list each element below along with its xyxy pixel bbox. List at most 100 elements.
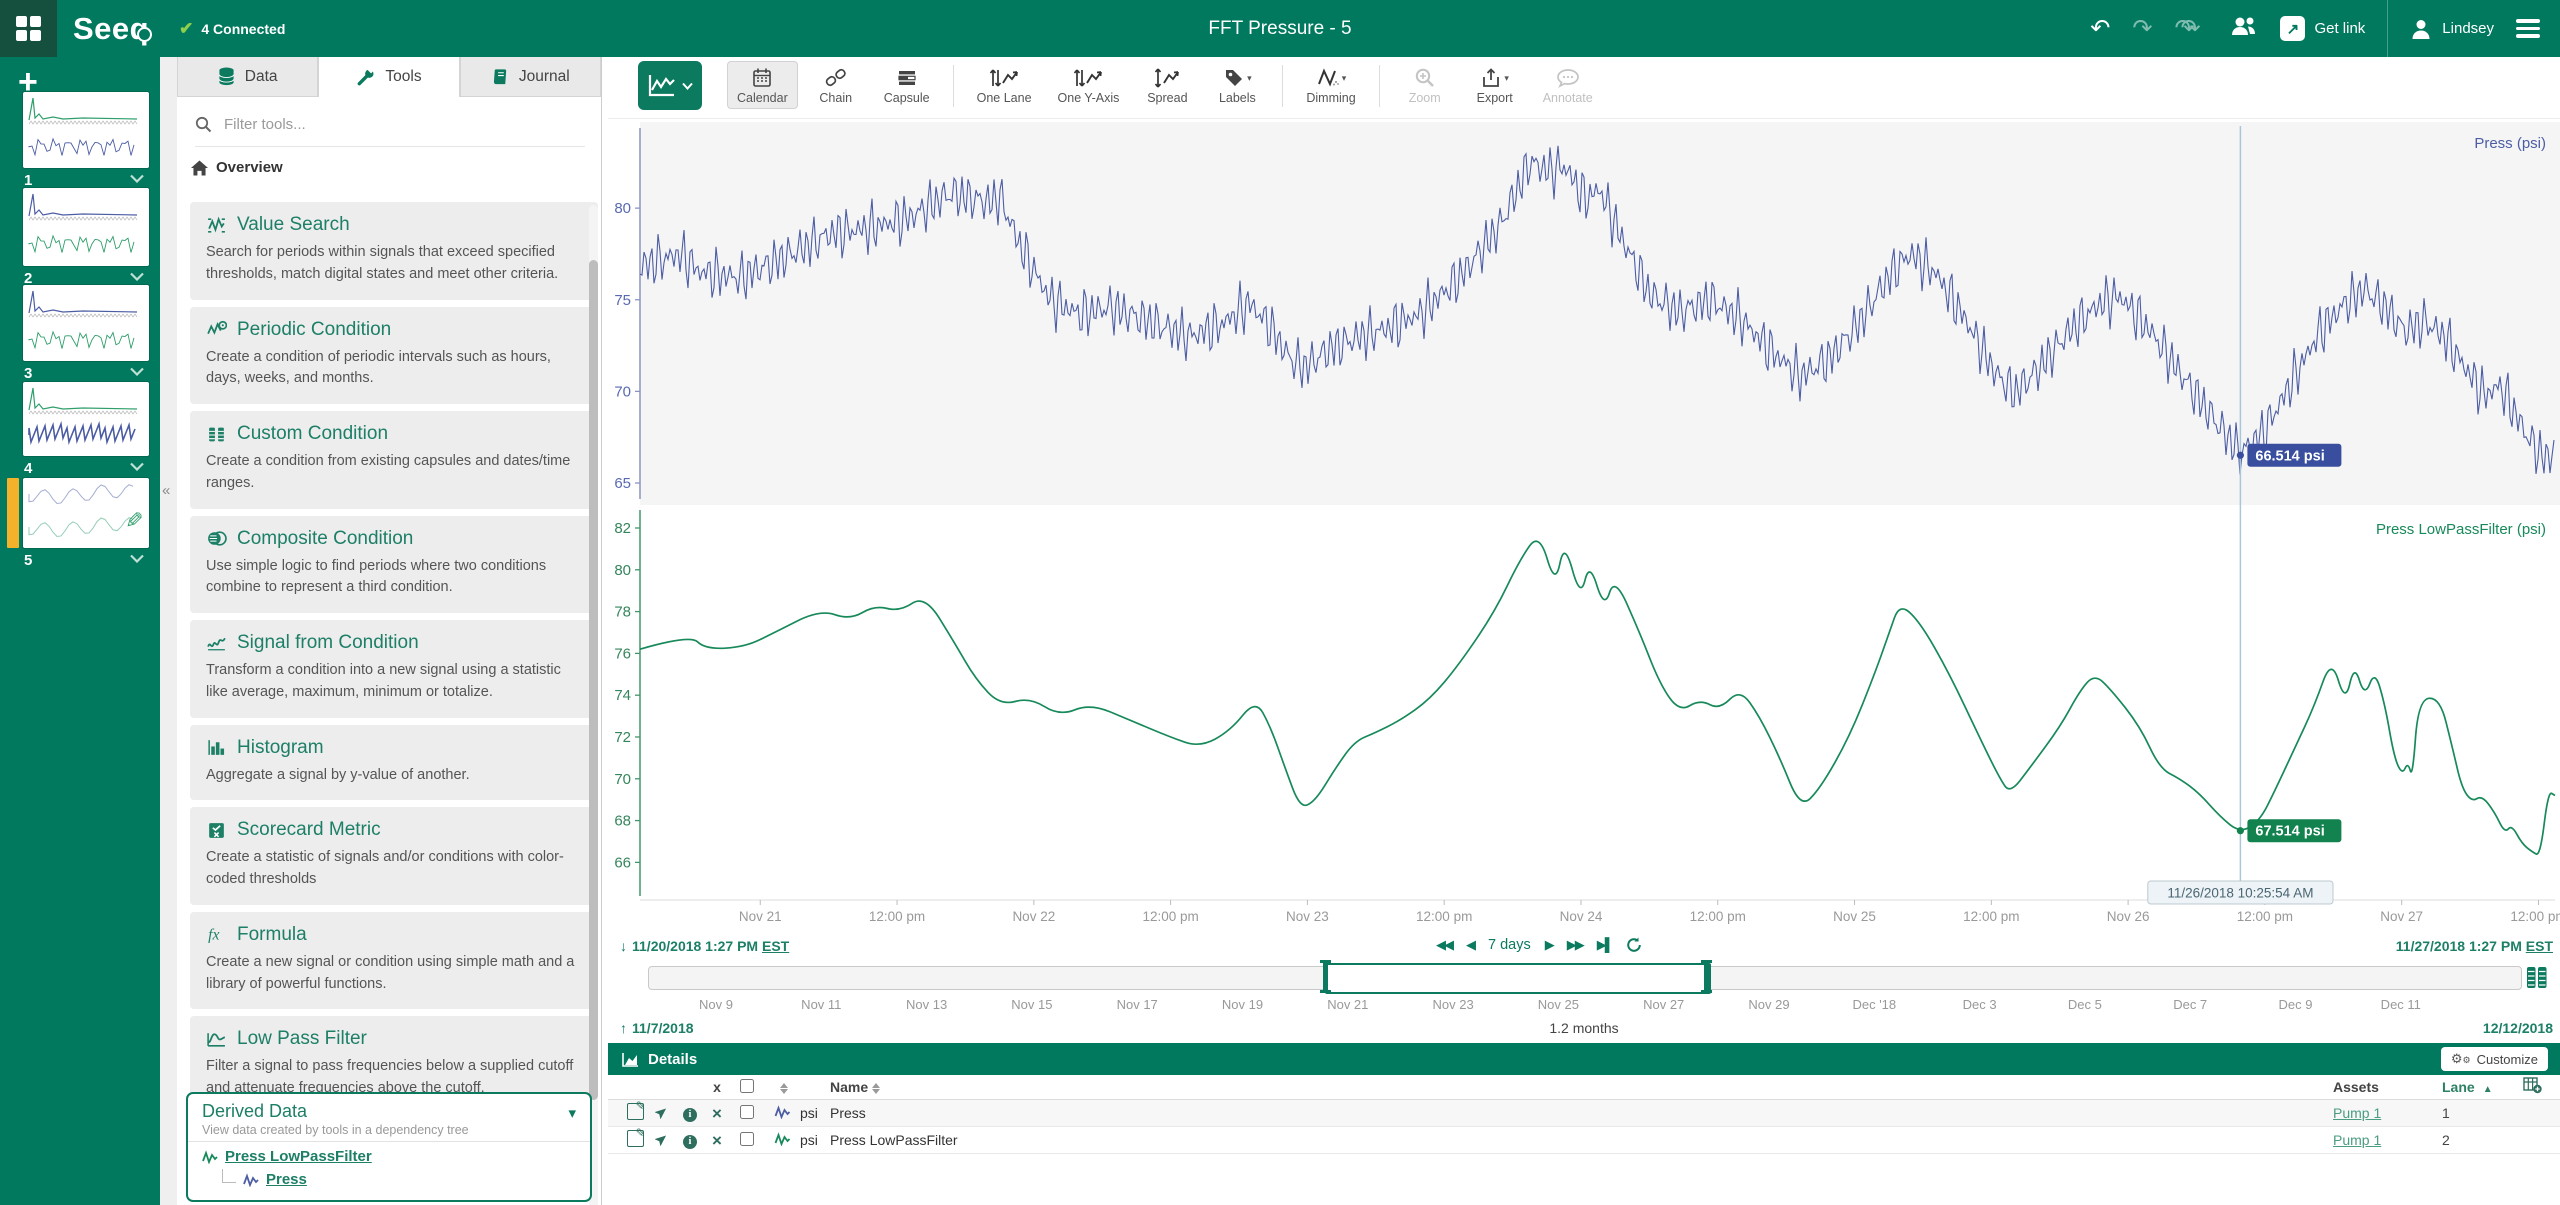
step-forward-button[interactable]: ▶ [1545,937,1553,953]
select-all-checkbox[interactable] [740,1079,754,1093]
step-back-full-button[interactable]: ◀◀ [1436,937,1452,953]
sort-icon[interactable] [780,1083,788,1094]
tool-card-scorecard-metric[interactable]: Scorecard MetricCreate a statistic of si… [190,807,598,905]
derived-data-subtitle: View data created by tools in a dependen… [202,1123,578,1137]
lane-column-header[interactable]: Lane▲ [2418,1079,2504,1095]
timeline-handle-right[interactable] [1704,960,1709,993]
investigate-start[interactable]: ↑11/7/2018 [620,1020,694,1036]
info-icon[interactable]: i [676,1104,704,1122]
asset-link[interactable]: Pump 1 [2333,1105,2381,1121]
assets-column-header[interactable]: Assets [2288,1079,2418,1095]
name-cell[interactable]: Press [830,1105,2288,1121]
one-y-axis-button[interactable]: One Y-Axis [1048,61,1130,109]
tool-card-value-search[interactable]: Value SearchSearch for periods within si… [190,202,598,300]
edit-icon[interactable]: ✎ [622,1103,648,1123]
signal-icon [243,1173,259,1187]
remove-icon[interactable]: × [704,1105,730,1122]
chevron-down-icon[interactable]: ▾ [568,1104,576,1122]
overview-link[interactable]: Overview [191,159,585,176]
users-icon[interactable] [2230,15,2258,42]
tool-card-custom-condition[interactable]: Custom ConditionCreate a condition from … [190,411,598,509]
customize-button[interactable]: ⚙⚙ Customize [2441,1047,2548,1071]
tab-data[interactable]: Data [177,57,318,97]
refresh-icon[interactable] [1626,937,1642,953]
labels-button[interactable]: ▾ Labels [1205,61,1269,109]
worksheet-number: 1 [24,172,32,189]
capsule-button[interactable]: Capsule [874,61,940,109]
step-forward-full-button[interactable]: ▶▶ [1567,937,1583,953]
range-end[interactable]: 11/27/2018 1:27 PM EST [2396,938,2553,954]
journal-icon [491,67,509,86]
tool-description: Create a statistic of signals and/or con… [206,847,582,891]
edit-icon[interactable]: ✎ [622,1130,648,1150]
tools-scrollbar[interactable] [589,205,598,1205]
info-icon[interactable]: i [676,1131,704,1149]
worksheet-number: 5 [24,552,32,569]
svg-text:Nov 21: Nov 21 [739,909,782,924]
worksheet-thumbnail[interactable] [23,285,149,361]
worksheet-menu-chevron-icon[interactable] [130,550,144,568]
redo-icon[interactable]: ↷ [2132,17,2152,41]
trend-chart[interactable]: 80757065828078767472706866Nov 2112:00 pm… [608,118,2560,935]
filter-tools-input[interactable] [222,115,556,134]
worksheet-menu-chevron-icon[interactable] [130,268,144,286]
export-button[interactable]: ▾ Export [1463,61,1527,109]
hamburger-menu-icon[interactable] [2516,19,2540,38]
range-start[interactable]: ↓11/20/2018 1:27 PM EST [620,938,789,954]
asset-link[interactable]: Pump 1 [2333,1132,2381,1148]
undo-icon[interactable]: ↶ [2090,17,2110,41]
step-back-button[interactable]: ◀ [1466,937,1474,953]
capsule-time-icon[interactable] [2525,965,2549,995]
tool-card-signal-from-condition[interactable]: Signal from ConditionTransform a conditi… [190,620,598,718]
send-icon[interactable] [648,1131,676,1149]
worksheet-thumbnail[interactable]: ✎ [23,478,149,548]
timeline-selection[interactable] [1325,963,1711,994]
get-link-button[interactable]: ↗ Get link [2280,16,2365,41]
worksheet-thumbnail[interactable] [23,92,149,168]
send-icon[interactable] [648,1104,676,1122]
derived-item-link[interactable]: Press [266,1171,307,1188]
user-menu[interactable]: Lindsey [2410,18,2494,40]
investigate-duration[interactable]: 1.2 months [1549,1020,1618,1036]
down-arrow-icon: ↓ [620,938,627,954]
redo-all-icon[interactable]: ↷↷ [2174,17,2208,41]
worksheet-menu-chevron-icon[interactable] [130,458,144,476]
timeline-tick-label: Nov 23 [1432,997,1473,1012]
calendar-button[interactable]: Calendar [727,61,798,109]
svg-text:12:00 pm: 12:00 pm [2510,909,2560,924]
name-cell[interactable]: Press LowPassFilter [830,1132,2288,1148]
worksheet-menu-chevron-icon[interactable] [130,363,144,381]
one-lane-button[interactable]: One Lane [967,61,1042,109]
tool-card-periodic-condition[interactable]: Periodic ConditionCreate a condition of … [190,307,598,405]
row-checkbox[interactable] [740,1105,754,1119]
tool-card-histogram[interactable]: HistogramAggregate a signal by y-value o… [190,725,598,801]
timeline-handle-left[interactable] [1323,960,1328,993]
timeline-tick-label: Nov 13 [906,997,947,1012]
name-column-header[interactable]: Name [830,1079,2288,1095]
display-range-row: ↓11/20/2018 1:27 PM EST ◀◀ ◀ 7 days ▶ ▶▶… [608,936,2560,962]
spread-button[interactable]: Spread [1135,61,1199,109]
row-checkbox[interactable] [740,1132,754,1146]
tab-journal[interactable]: Journal [460,57,601,97]
collapse-panel-icon[interactable]: « [162,482,170,499]
step-to-end-button[interactable]: ▶▌ [1597,937,1612,953]
tab-tools[interactable]: Tools [318,57,459,97]
add-column-icon[interactable] [2504,1077,2560,1097]
worksheet-thumbnail[interactable] [23,382,149,456]
chevron-down-icon [682,82,693,90]
derived-item-link[interactable]: Press LowPassFilter [225,1148,372,1165]
svg-text:65: 65 [614,475,631,492]
view-mode-dropdown[interactable] [638,61,702,110]
svg-text:Nov 26: Nov 26 [2107,909,2150,924]
remove-icon[interactable]: × [704,1132,730,1149]
worksheet-menu-chevron-icon[interactable] [130,170,144,188]
chain-button[interactable]: Chain [804,61,868,109]
tool-card-formula[interactable]: fxFormulaCreate a new signal or conditio… [190,912,598,1010]
tool-icon [206,319,227,340]
worksheet-thumbnail[interactable] [23,188,149,266]
investigate-end[interactable]: 12/12/2018 [2483,1020,2553,1036]
remove-all-header[interactable]: x [704,1079,730,1095]
tool-card-composite-condition[interactable]: Composite ConditionUse simple logic to f… [190,516,598,614]
range-duration[interactable]: 7 days [1488,937,1531,953]
dimming-button[interactable]: ▾ Dimming [1296,61,1365,109]
